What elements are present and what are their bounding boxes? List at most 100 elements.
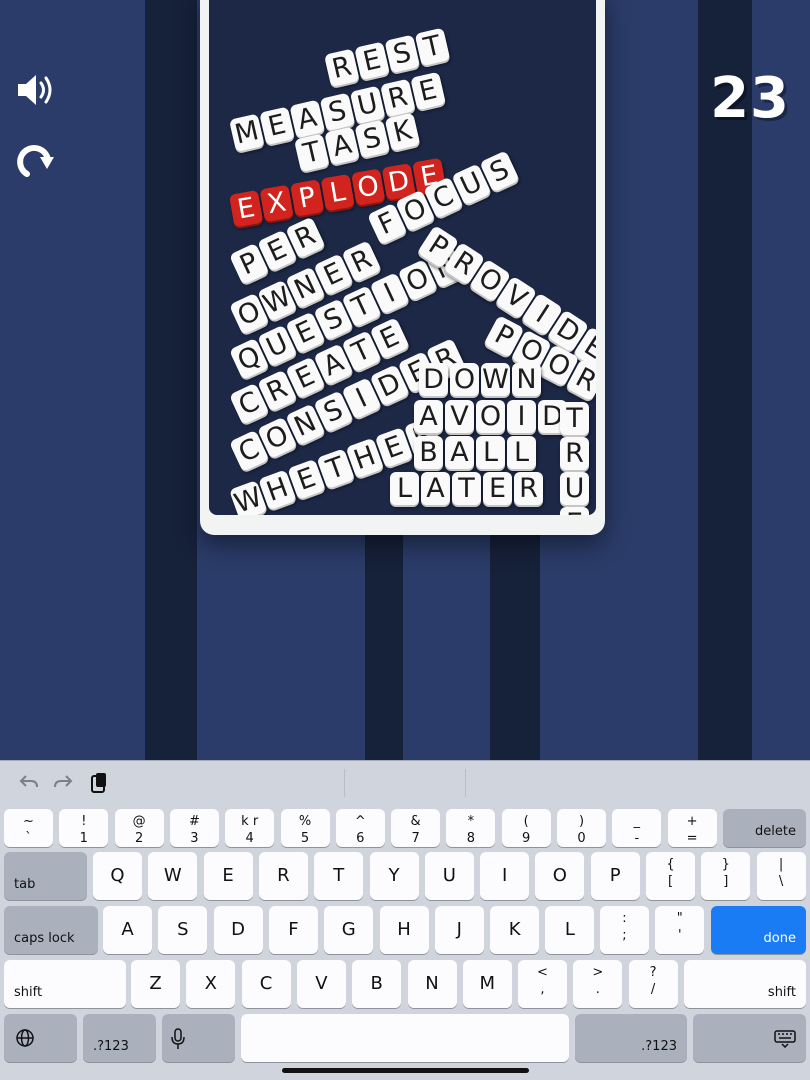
key-m[interactable]: M — [462, 960, 512, 1008]
key-s[interactable]: S — [158, 906, 208, 954]
letter-tile: L — [320, 173, 355, 212]
key-x[interactable]: X — [186, 960, 236, 1008]
numbers-key-right[interactable]: .?123 — [575, 1014, 687, 1062]
letter-tile: T — [294, 133, 330, 173]
letter-tile: K — [384, 112, 421, 152]
key-g[interactable]: G — [324, 906, 374, 954]
key-k[interactable]: K — [490, 906, 540, 954]
key-v[interactable]: V — [296, 960, 346, 1008]
letter-tile: O — [351, 168, 386, 206]
key--[interactable]: _ - — [612, 809, 662, 847]
key-u[interactable]: U — [424, 852, 474, 900]
microphone-key[interactable] — [162, 1014, 235, 1062]
letter-tile: R — [514, 472, 543, 505]
key-0[interactable]: ) 0 — [557, 809, 606, 847]
numbers-key-left[interactable]: .?123 — [83, 1014, 156, 1062]
key-c[interactable]: C — [241, 960, 291, 1008]
letter-tile: A — [324, 126, 360, 166]
toolbar-divider — [465, 769, 466, 797]
key-l[interactable]: L — [545, 906, 595, 954]
undo-icon[interactable] — [18, 771, 40, 798]
on-screen-keyboard: ~ `! 1 @2 #3 k r 4% 5 ^ 6 & 7 * 8(9) 0 _ - + = delete tab Q W E… — [0, 760, 810, 1080]
key-n[interactable]: N — [407, 960, 457, 1008]
key-z[interactable]: Z — [131, 960, 180, 1008]
key-w[interactable]: W — [148, 852, 198, 900]
key-8[interactable]: * 8 — [446, 809, 496, 847]
keyboard-hide-key[interactable] — [693, 1014, 806, 1062]
word-ball: BALL — [414, 436, 538, 469]
letter-tile: M — [229, 113, 265, 153]
key-symbol[interactable]: :; — [600, 906, 649, 954]
key-symbol[interactable]: | \ — [756, 852, 806, 900]
key-j[interactable]: J — [434, 906, 484, 954]
shift-key-right[interactable]: shift — [684, 960, 806, 1008]
letter-tile: I — [507, 400, 536, 433]
done-key[interactable]: done — [711, 906, 806, 954]
key-h[interactable]: H — [379, 906, 429, 954]
key-y[interactable]: Y — [369, 852, 419, 900]
key-a[interactable]: A — [103, 906, 152, 954]
key-q[interactable]: Q — [93, 852, 142, 900]
key-d[interactable]: D — [213, 906, 263, 954]
key-6[interactable]: ^ 6 — [335, 809, 385, 847]
letter-tile: E — [560, 507, 589, 515]
key-t[interactable]: T — [314, 852, 364, 900]
letter-tile: O — [476, 400, 505, 433]
letter-tile: E — [483, 472, 512, 505]
score-counter: 23 — [710, 66, 790, 131]
delete-key[interactable]: delete — [723, 809, 806, 847]
letter-tile: A — [421, 472, 450, 505]
key-9[interactable]: (9 — [501, 809, 551, 847]
letter-tile: S — [319, 92, 356, 132]
key-symbol[interactable]: {[ — [646, 852, 695, 900]
letter-tile: A — [414, 400, 443, 433]
letter-tile: D — [419, 363, 448, 396]
key-b[interactable]: B — [352, 960, 402, 1008]
key-`[interactable]: ~ ` — [4, 809, 53, 847]
key-symbol[interactable]: ? / — [628, 960, 678, 1008]
letter-tile: U — [560, 472, 589, 505]
globe-icon — [16, 1029, 34, 1047]
redo-icon[interactable] — [52, 771, 74, 798]
key-p[interactable]: P — [590, 852, 640, 900]
key-symbol[interactable]: " ' — [655, 906, 705, 954]
key-i[interactable]: I — [480, 852, 530, 900]
letter-tile: T — [560, 402, 589, 435]
key-o[interactable]: O — [535, 852, 585, 900]
letter-tile: A — [289, 99, 326, 139]
letter-tile: R — [560, 437, 589, 470]
key-=[interactable]: + = — [667, 809, 717, 847]
key-symbol[interactable]: }] — [701, 852, 751, 900]
globe-key[interactable] — [4, 1014, 77, 1062]
letter-tile: U — [349, 85, 386, 125]
speaker-icon[interactable] — [14, 70, 56, 114]
tile-pit: RESTMEASURETASKEXPLODEPERFOCUSOWNERQUEST… — [209, 0, 596, 515]
letter-tile: N — [512, 363, 541, 396]
key-symbol[interactable]: >. — [573, 960, 623, 1008]
word-down: DOWN — [419, 363, 543, 396]
paste-icon[interactable] — [88, 771, 110, 800]
word-true: TRUE — [560, 402, 589, 515]
letter-tile: L — [507, 436, 536, 469]
key-f[interactable]: F — [268, 906, 318, 954]
key-2[interactable]: @2 — [114, 809, 164, 847]
letter-tile: E — [229, 189, 264, 228]
letter-tile: L — [390, 472, 419, 505]
letter-tile: T — [452, 472, 481, 505]
key-5[interactable]: % 5 — [280, 809, 330, 847]
shift-key-left[interactable]: shift — [4, 960, 126, 1008]
key-4[interactable]: k r4 — [225, 809, 275, 847]
restart-icon[interactable] — [14, 138, 56, 184]
letter-tile: W — [481, 363, 510, 396]
space-key[interactable] — [241, 1014, 569, 1062]
tab-key[interactable]: tab — [4, 852, 87, 900]
key-7[interactable]: & 7 — [391, 809, 441, 847]
key-1[interactable]: ! 1 — [59, 809, 109, 847]
key-r[interactable]: R — [258, 852, 308, 900]
key-3[interactable]: #3 — [169, 809, 219, 847]
key-symbol[interactable]: <, — [518, 960, 567, 1008]
letter-tile: T — [414, 27, 451, 67]
letter-tile: R — [380, 78, 416, 118]
caps-lock-key[interactable]: caps lock — [4, 906, 98, 954]
key-e[interactable]: E — [203, 852, 253, 900]
